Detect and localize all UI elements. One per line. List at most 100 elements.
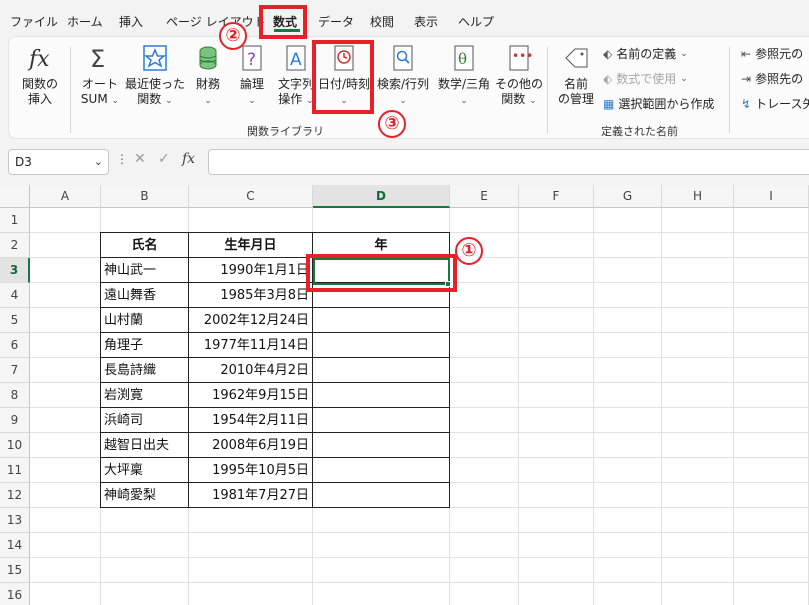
svg-text:•••: •••	[512, 49, 533, 63]
column-header-f[interactable]: F	[519, 185, 594, 208]
column-header-c[interactable]: C	[189, 185, 313, 208]
select-all-corner[interactable]	[0, 185, 30, 208]
separator	[547, 47, 548, 133]
column-header-a[interactable]: A	[30, 185, 101, 208]
year-cell[interactable]	[313, 333, 450, 358]
recently-used-label-2: 関数	[137, 92, 162, 106]
tab-insert[interactable]: 挿入	[119, 13, 143, 30]
row-header-5[interactable]: 5	[0, 308, 30, 333]
more-functions-button[interactable]: ••• その他の 関数 ⌄	[493, 43, 545, 109]
name-cell[interactable]: 山村蘭	[101, 308, 189, 333]
dob-cell[interactable]: 1990年1月1日	[189, 258, 313, 283]
name-box[interactable]: D3 ⌄	[8, 149, 109, 175]
gridline	[30, 532, 809, 533]
use-in-formula-button[interactable]: ⬖ 数式で使用 ⌄	[603, 70, 688, 87]
row-header-2[interactable]: 2	[0, 233, 30, 258]
row-header-11[interactable]: 11	[0, 458, 30, 483]
tab-review[interactable]: 校閲	[370, 13, 394, 30]
magnifier-book-icon	[393, 45, 413, 71]
row-header-16[interactable]: 16	[0, 583, 30, 605]
chevron-down-icon: ⌄	[111, 96, 120, 106]
dob-cell[interactable]: 2010年4月2日	[189, 358, 313, 383]
recently-used-button[interactable]: 最近使った 関数 ⌄	[123, 43, 187, 109]
name-cell[interactable]: 神崎愛梨	[101, 483, 189, 508]
logical-button[interactable]: ? 論理 ⌄	[231, 43, 273, 109]
formula-input[interactable]	[208, 149, 809, 175]
chevron-down-icon: ⌄	[529, 96, 537, 106]
more-options-icon[interactable]: ⋮	[116, 152, 128, 166]
autosum-button[interactable]: Σ オート SUM ⌄	[77, 43, 123, 109]
column-header-e[interactable]: E	[450, 185, 519, 208]
tab-help[interactable]: ヘルプ	[458, 13, 494, 30]
tab-page-layout[interactable]: ページ レイアウト	[166, 13, 266, 30]
column-header-d[interactable]: D	[313, 185, 450, 208]
name-manager-label-1: 名前	[563, 77, 588, 91]
year-cell[interactable]	[313, 308, 450, 333]
dob-cell[interactable]: 1995年10月5日	[189, 458, 313, 483]
tab-data[interactable]: データ	[318, 13, 354, 30]
name-cell[interactable]: 浜崎司	[101, 408, 189, 433]
year-cell[interactable]	[313, 433, 450, 458]
insert-function-fx-icon[interactable]: fx	[182, 151, 195, 167]
dob-cell[interactable]: 1981年7月27日	[189, 483, 313, 508]
row-header-8[interactable]: 8	[0, 383, 30, 408]
name-cell[interactable]: 大坪稟	[101, 458, 189, 483]
column-header-h[interactable]: H	[662, 185, 734, 208]
row-header-6[interactable]: 6	[0, 333, 30, 358]
remove-arrows-button[interactable]: ↯ トレース矢	[741, 95, 809, 112]
chevron-down-icon[interactable]: ⌄	[94, 155, 103, 168]
dob-cell[interactable]: 2008年6月19日	[189, 433, 313, 458]
column-header-g[interactable]: G	[594, 185, 662, 208]
dob-cell[interactable]: 1954年2月11日	[189, 408, 313, 433]
name-cell[interactable]: 遠山舞香	[101, 283, 189, 308]
year-cell[interactable]	[313, 458, 450, 483]
math-trig-button[interactable]: θ 数学/三角 ⌄	[435, 43, 493, 109]
row-header-9[interactable]: 9	[0, 408, 30, 433]
year-cell[interactable]	[313, 358, 450, 383]
tab-home[interactable]: ホーム	[67, 13, 103, 30]
year-cell[interactable]	[313, 483, 450, 508]
svg-text:?: ?	[247, 50, 256, 70]
enter-check-icon[interactable]: ✓	[158, 151, 170, 167]
name-cell[interactable]: 長島詩織	[101, 358, 189, 383]
tab-file[interactable]: ファイル	[10, 13, 58, 30]
row-header-12[interactable]: 12	[0, 483, 30, 508]
create-from-selection-button[interactable]: ▦ 選択範囲から作成	[603, 95, 714, 112]
table-dob-header[interactable]: 生年月日	[189, 233, 313, 258]
name-cell[interactable]: 岩渕寛	[101, 383, 189, 408]
name-cell[interactable]: 神山武一	[101, 258, 189, 283]
financial-button[interactable]: 財務 ⌄	[187, 43, 229, 109]
year-cell[interactable]	[313, 408, 450, 433]
column-header-i[interactable]: I	[734, 185, 809, 208]
tag-icon: ⬖	[603, 46, 613, 61]
row-header-15[interactable]: 15	[0, 558, 30, 583]
name-manager-button[interactable]: 名前 の管理	[553, 43, 599, 107]
row-header-7[interactable]: 7	[0, 358, 30, 383]
define-name-button[interactable]: ⬖ 名前の定義 ⌄	[603, 45, 688, 62]
row-header-1[interactable]: 1	[0, 208, 30, 233]
lookup-reference-button[interactable]: 検索/行列 ⌄	[373, 43, 433, 109]
insert-function-button[interactable]: fx 関数の 挿入	[19, 43, 61, 107]
name-cell[interactable]: 越智日出夫	[101, 433, 189, 458]
math-trig-label: 数学/三角	[437, 77, 491, 91]
tab-view[interactable]: 表示	[414, 13, 438, 30]
row-header-13[interactable]: 13	[0, 508, 30, 533]
row-header-14[interactable]: 14	[0, 533, 30, 558]
create-from-selection-label: 選択範囲から作成	[618, 97, 715, 111]
column-header-b[interactable]: B	[101, 185, 189, 208]
cancel-icon[interactable]: ✕	[134, 151, 146, 167]
row-header-4[interactable]: 4	[0, 283, 30, 308]
theta-book-icon: θ	[454, 45, 474, 71]
year-cell[interactable]	[313, 383, 450, 408]
trace-dependents-button[interactable]: ⇥ 参照先の	[741, 70, 803, 87]
dob-cell[interactable]: 1962年9月15日	[189, 383, 313, 408]
name-cell[interactable]: 角理子	[101, 333, 189, 358]
row-header-3[interactable]: 3	[0, 258, 30, 283]
row-header-10[interactable]: 10	[0, 433, 30, 458]
svg-text:A: A	[290, 50, 302, 70]
trace-precedents-button[interactable]: ⇤ 参照元の	[741, 45, 803, 62]
dob-cell[interactable]: 1985年3月8日	[189, 283, 313, 308]
table-name-header[interactable]: 氏名	[101, 233, 189, 258]
dob-cell[interactable]: 1977年11月14日	[189, 333, 313, 358]
dob-cell[interactable]: 2002年12月24日	[189, 308, 313, 333]
